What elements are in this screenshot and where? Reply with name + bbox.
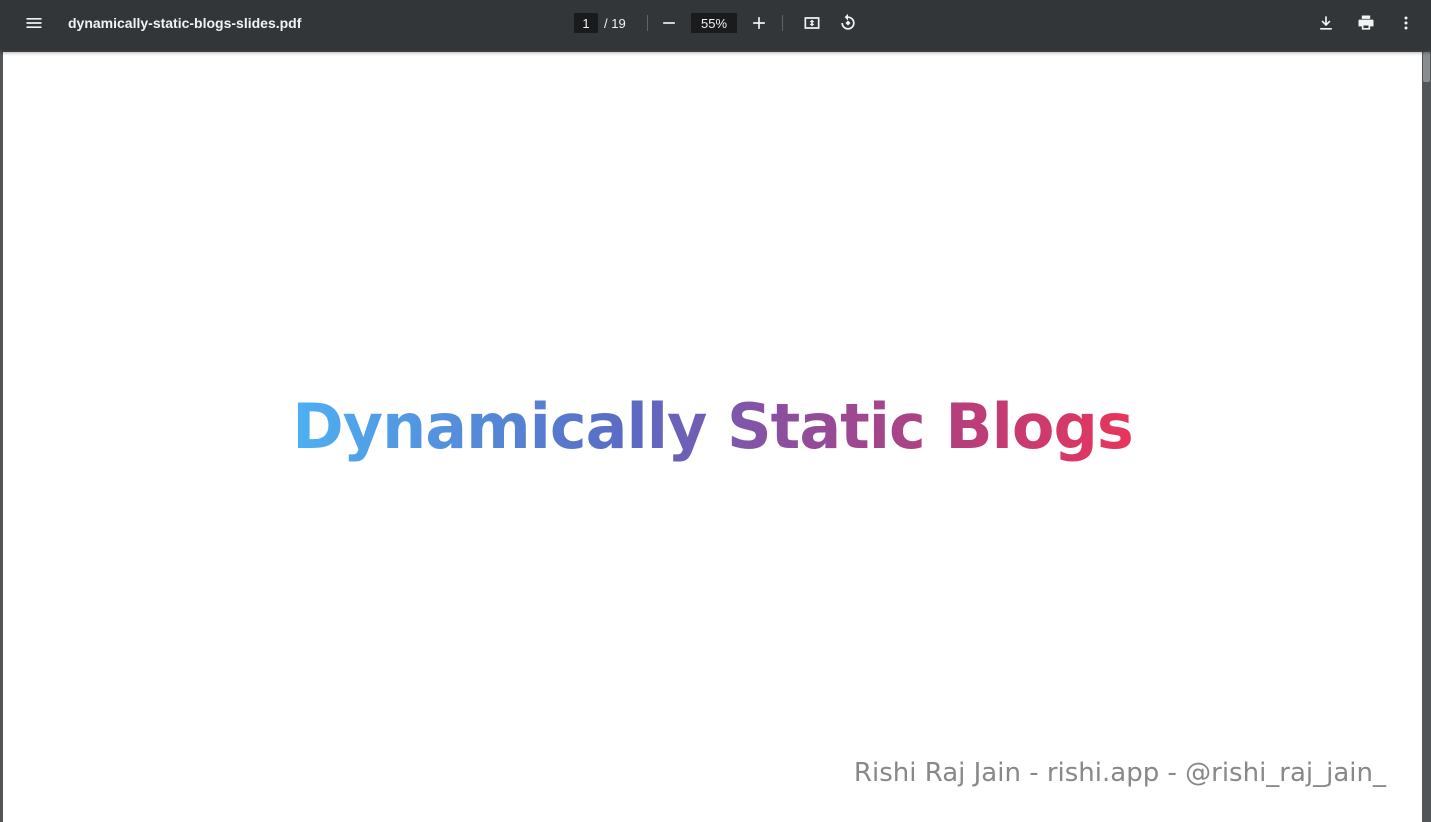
zoom-level-wrap: 55% [691, 0, 737, 46]
page-total: / 19 [604, 15, 626, 31]
document-title: dynamically-static-blogs-slides.pdf [68, 15, 302, 31]
minus-icon [663, 22, 675, 24]
print-wrap [1348, 0, 1384, 46]
menu-button-wrap [16, 0, 52, 46]
rotate-icon [841, 13, 855, 30]
plus-icon [753, 17, 765, 29]
page-selector: 1 / 19 [574, 0, 626, 46]
menu-icon [26, 18, 42, 28]
zoom-in-wrap [741, 0, 777, 46]
pdf-viewer-area[interactable]: Dynamically Static Blogs Rishi Raj Jain … [0, 50, 1431, 822]
fit-wrap [794, 0, 830, 46]
rotate-button[interactable] [830, 5, 866, 41]
menu-button[interactable] [16, 5, 52, 41]
zoom-level-input[interactable]: 55% [691, 13, 737, 33]
page-number-input[interactable]: 1 [574, 13, 598, 33]
more-options-button[interactable] [1388, 5, 1424, 41]
slide-footer: Rishi Raj Jain - rishi.app - @rishi_raj_… [853, 758, 1386, 788]
zoom-out-button[interactable] [651, 5, 687, 41]
more-wrap [1388, 0, 1424, 46]
zoom-out-wrap [651, 0, 687, 46]
separator [647, 15, 648, 31]
title-wrap: dynamically-static-blogs-slides.pdf [68, 0, 301, 46]
fit-to-page-icon [804, 17, 820, 29]
pdf-toolbar: dynamically-static-blogs-slides.pdf 1 / … [0, 0, 1431, 50]
print-icon [1358, 15, 1374, 30]
rotate-wrap [830, 0, 866, 46]
pdf-page: Dynamically Static Blogs Rishi Raj Jain … [3, 52, 1422, 822]
zoom-in-button[interactable] [741, 5, 777, 41]
vertical-scrollbar[interactable] [1422, 50, 1431, 816]
scrollbar-thumb[interactable] [1423, 52, 1430, 82]
more-vert-icon [1404, 16, 1408, 30]
slide-title: Dynamically Static Blogs [292, 390, 1134, 463]
download-icon [1320, 16, 1332, 30]
download-wrap [1308, 0, 1344, 46]
slide-title-wrap: Dynamically Static Blogs [3, 387, 1422, 467]
print-button[interactable] [1348, 5, 1384, 41]
separator [782, 15, 783, 31]
download-button[interactable] [1308, 5, 1344, 41]
fit-to-page-button[interactable] [794, 5, 830, 41]
